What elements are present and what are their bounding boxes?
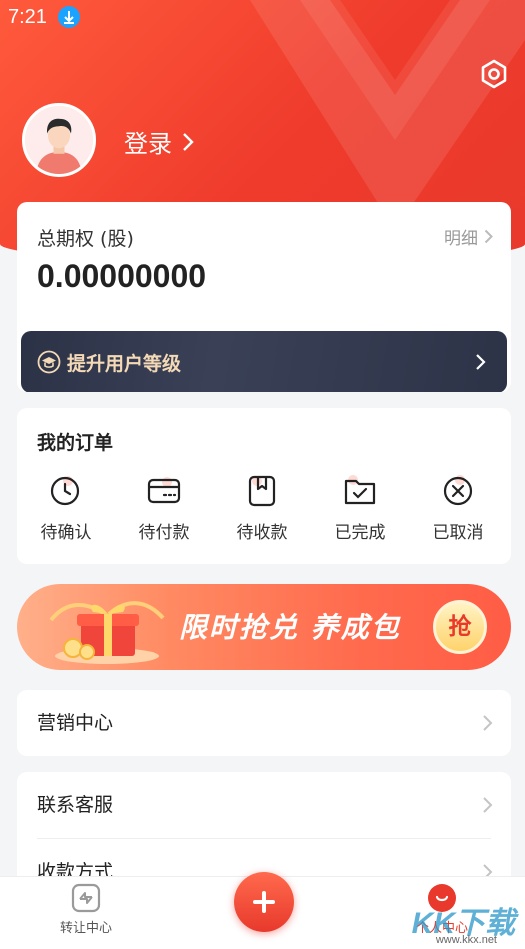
upgrade-level-label: 提升用户等级 — [67, 353, 182, 375]
menu-item-label: 营销中心 — [37, 712, 114, 734]
equity-value: 0.00000000 — [37, 258, 207, 294]
menu-item-label: 联系客服 — [37, 794, 114, 816]
menu-item-marketing-center[interactable]: 营销中心 — [17, 690, 511, 756]
order-label: 待付款 — [138, 523, 190, 543]
chevron-right-icon — [183, 132, 194, 151]
clock-icon — [50, 476, 80, 506]
order-cancelled[interactable]: 已取消 — [409, 474, 507, 554]
graduation-cap-icon — [37, 350, 61, 374]
login-link[interactable]: 登录 — [124, 124, 194, 159]
promo-banner[interactable]: 限时抢兑 养成包 抢 — [17, 584, 511, 670]
tab-transfer-center[interactable]: 转让中心 — [36, 883, 136, 936]
my-orders-card: 我的订单 待确认 待付款 待收款 已完成 已取消 — [17, 408, 511, 564]
gift-box-icon — [49, 601, 165, 664]
order-pending-payment[interactable]: 待付款 — [115, 474, 213, 554]
order-label: 已完成 — [334, 523, 386, 543]
order-label: 已取消 — [432, 523, 484, 543]
equity-title: 总期权 (股) — [37, 228, 134, 250]
check-folder-icon — [344, 475, 376, 505]
watermark-url: www.kkx.net — [435, 934, 497, 946]
cancel-icon — [443, 475, 473, 506]
order-pending-receipt[interactable]: 待收款 — [213, 474, 311, 554]
order-pending-confirm[interactable]: 待确认 — [17, 474, 115, 554]
add-button[interactable] — [234, 872, 294, 932]
grab-button[interactable]: 抢 — [433, 600, 487, 654]
tab-label: 转让中心 — [59, 921, 112, 936]
chevron-right-icon — [484, 229, 493, 244]
avatar[interactable] — [22, 103, 96, 177]
status-bar: 7:21 — [0, 0, 525, 34]
chevron-right-icon — [483, 715, 493, 731]
plus-icon — [253, 891, 275, 913]
chevron-right-icon — [483, 797, 493, 813]
card-icon — [147, 477, 181, 504]
orders-title: 我的订单 — [37, 432, 114, 454]
chevron-right-icon — [476, 354, 486, 370]
transfer-icon — [71, 883, 101, 913]
download-icon — [58, 6, 80, 28]
menu-item-customer-service[interactable]: 联系客服 — [17, 772, 511, 839]
order-label: 待确认 — [40, 523, 92, 543]
status-time: 7:21 — [8, 6, 47, 28]
upgrade-level-banner[interactable]: 提升用户等级 — [21, 331, 507, 392]
equity-detail-link[interactable]: 明细 — [444, 224, 493, 249]
order-label: 待收款 — [236, 523, 288, 543]
equity-card: 总期权 (股) 明细 0.00000000 提升用户等级 — [17, 202, 511, 392]
equity-detail-label: 明细 — [444, 229, 478, 249]
menu-card-marketing: 营销中心 — [17, 690, 511, 756]
promo-text: 限时抢兑 养成包 — [179, 611, 401, 644]
order-completed[interactable]: 已完成 — [311, 474, 409, 554]
login-label: 登录 — [124, 130, 172, 158]
bookmark-icon — [248, 475, 276, 507]
settings-icon[interactable] — [478, 58, 510, 90]
